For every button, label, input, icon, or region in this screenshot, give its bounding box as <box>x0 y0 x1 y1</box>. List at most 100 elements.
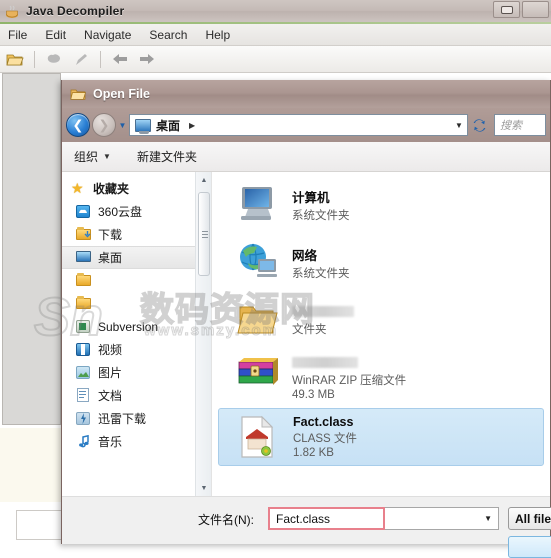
file-name-redacted <box>292 357 406 371</box>
star-icon: ★ <box>71 180 84 196</box>
chevron-down-icon[interactable]: ▼ <box>484 514 492 523</box>
file-type-filter-dropdown[interactable]: All file <box>508 507 551 530</box>
file-name-redacted <box>292 305 354 320</box>
bottom-input-box[interactable] <box>16 510 64 540</box>
winrar-archive-icon <box>236 357 280 401</box>
file-list-item-computer[interactable]: 计算机 系统文件夹 <box>218 176 544 234</box>
file-meta: Fact.class CLASS 文件 1.82 KB <box>293 415 357 459</box>
sidebar-item-label: 图片 <box>98 366 123 380</box>
file-name: 计算机 <box>292 191 330 205</box>
sidebar-item-pictures[interactable]: 图片 <box>62 361 211 384</box>
address-text: 桌面 <box>156 118 181 133</box>
chevron-down-icon: ▼ <box>103 152 111 161</box>
chevron-down-icon[interactable]: ▼ <box>451 115 467 135</box>
sidebar-item-label: 收藏夹 <box>93 182 130 196</box>
thunder-download-icon <box>76 411 92 426</box>
file-type: 文件夹 <box>292 323 327 336</box>
forward-circle-icon[interactable]: ❯ <box>92 113 116 137</box>
navigation-scrollbar[interactable]: ▲ ▼ <box>195 172 211 496</box>
file-list-item-folder[interactable]: 文件夹 <box>218 292 544 350</box>
maximize-button[interactable] <box>522 1 549 18</box>
sidebar-item-label: 音乐 <box>98 435 123 449</box>
file-meta: WinRAR ZIP 压缩文件 49.3 MB <box>292 357 406 401</box>
tree-panel <box>2 73 61 425</box>
open-file-dialog: Open File ❮ ❯ ▼ 桌面 ▶ ▼ 搜索 组织 ▼ 新建文件夹 ★ 收… <box>61 80 551 558</box>
open-folder-icon[interactable] <box>4 49 26 70</box>
organize-button[interactable]: 组织 ▼ <box>74 148 111 165</box>
sidebar-item-subversion[interactable]: Subversion <box>62 315 211 338</box>
scroll-up-icon[interactable]: ▲ <box>196 172 211 188</box>
forward-arrow-icon[interactable] <box>136 49 158 70</box>
search-input[interactable]: 搜索 <box>494 114 546 136</box>
organize-label: 组织 <box>74 150 99 164</box>
back-circle-icon[interactable]: ❮ <box>66 113 90 137</box>
sidebar-item-label: 迅雷下载 <box>98 412 147 426</box>
folder-icon <box>76 273 92 288</box>
address-bar[interactable]: 桌面 ▶ ▼ <box>129 114 468 136</box>
menu-file[interactable]: File <box>8 28 27 42</box>
network-globe-icon <box>236 241 280 285</box>
menu-navigate[interactable]: Navigate <box>84 28 131 42</box>
dialog-footer: 文件名(N): ▼ Fact.class All file <box>62 496 551 558</box>
new-folder-button[interactable]: 新建文件夹 <box>137 148 197 165</box>
file-name: 网络 <box>292 249 318 263</box>
dialog-content: ★ 收藏夹 360云盘 下载 桌面 Subversion 视频 图片 文档 迅雷… <box>62 172 550 496</box>
file-meta: 网络 系统文件夹 <box>292 245 350 281</box>
scrollbar-thumb[interactable] <box>198 192 210 276</box>
history-dropdown-icon[interactable]: ▼ <box>116 113 129 137</box>
menu-help[interactable]: Help <box>205 28 230 42</box>
breadcrumb-chevron-icon[interactable]: ▶ <box>189 121 195 130</box>
sidebar-item-label: 视频 <box>98 343 123 357</box>
open-button[interactable] <box>508 536 551 558</box>
menu-edit[interactable]: Edit <box>45 28 66 42</box>
new-folder-label: 新建文件夹 <box>136 150 197 164</box>
sidebar-item-desktop[interactable]: 桌面 <box>62 246 211 269</box>
sidebar-item-label: 下载 <box>98 228 123 242</box>
dialog-title: Open File <box>93 87 150 101</box>
search-placeholder: 搜索 <box>500 120 522 132</box>
filename-input[interactable]: Fact.class <box>268 507 385 530</box>
class-file-icon <box>237 415 281 459</box>
file-list-item-fact-class[interactable]: Fact.class CLASS 文件 1.82 KB <box>218 408 544 466</box>
back-arrow-icon[interactable] <box>109 49 131 70</box>
subversion-icon <box>76 319 92 334</box>
file-list-item-archive[interactable]: WinRAR ZIP 压缩文件 49.3 MB <box>218 350 544 408</box>
edit-pencil-icon[interactable] <box>70 49 92 70</box>
file-type: WinRAR ZIP 压缩文件 <box>292 375 407 387</box>
sidebar-item-hidden-1[interactable] <box>62 269 211 292</box>
file-name: Fact.class <box>293 415 354 429</box>
dialog-titlebar: Open File <box>62 80 550 108</box>
refresh-icon[interactable] <box>468 114 490 136</box>
scroll-down-icon[interactable]: ▼ <box>196 480 211 496</box>
sidebar-item-hidden-2[interactable] <box>62 292 211 315</box>
sidebar-item-label: 桌面 <box>98 251 123 265</box>
toolbar-separator-2 <box>100 50 101 68</box>
pictures-folder-icon <box>76 365 92 380</box>
sidebar-item-label: 文档 <box>98 389 123 403</box>
sidebar-item-documents[interactable]: 文档 <box>62 384 211 407</box>
file-list-pane: 计算机 系统文件夹 网络 系统文件夹 文件夹 WinRAR ZIP 压缩文件 4… <box>212 172 550 496</box>
sidebar-item-360cloud[interactable]: 360云盘 <box>62 200 211 223</box>
file-meta: 计算机 系统文件夹 <box>292 187 350 223</box>
file-list-item-network[interactable]: 网络 系统文件夹 <box>218 234 544 292</box>
toolbar <box>0 46 551 73</box>
sidebar-item-downloads[interactable]: 下载 <box>62 223 211 246</box>
save-icon[interactable] <box>43 49 65 70</box>
cloud-disk-icon <box>76 204 92 219</box>
minimize-button[interactable] <box>493 1 520 18</box>
file-type: 系统文件夹 <box>292 268 350 280</box>
sidebar-item-thunder-download[interactable]: 迅雷下载 <box>62 407 211 430</box>
menubar: File Edit Navigate Search Help <box>0 24 551 46</box>
menu-search[interactable]: Search <box>149 28 187 42</box>
sidebar-item-favorites[interactable]: ★ 收藏夹 <box>62 177 211 200</box>
sidebar-item-music[interactable]: 音乐 <box>62 430 211 453</box>
sidebar-item-videos[interactable]: 视频 <box>62 338 211 361</box>
file-size: 49.3 MB <box>292 389 335 401</box>
java-coffee-icon <box>5 4 20 19</box>
navigation-pane: ★ 收藏夹 360云盘 下载 桌面 Subversion 视频 图片 文档 迅雷… <box>62 172 212 496</box>
file-type: CLASS 文件 <box>293 433 357 445</box>
music-note-icon <box>76 434 92 449</box>
filename-label: 文件名(N): <box>198 513 254 527</box>
video-folder-icon <box>76 342 92 357</box>
computer-icon <box>236 183 280 227</box>
